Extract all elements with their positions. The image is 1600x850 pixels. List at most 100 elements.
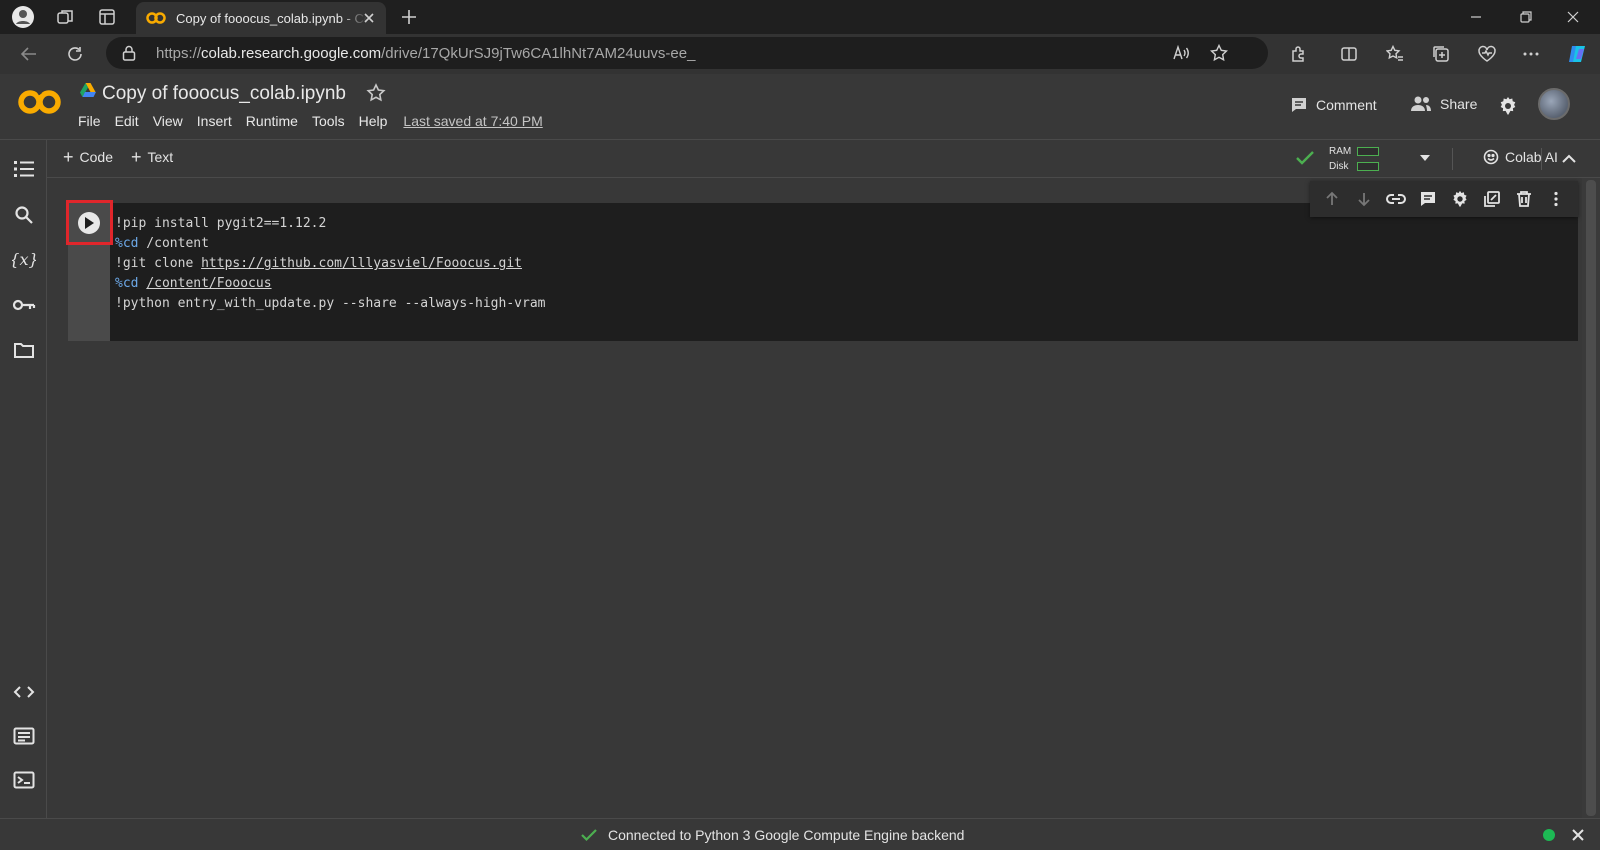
terminal-icon[interactable]	[12, 768, 36, 792]
browser-tab-active[interactable]: Copy of fooocus_colab.ipynb - Colab	[136, 2, 386, 34]
left-sidebar: {x}	[0, 140, 47, 818]
table-of-contents-icon[interactable]	[12, 157, 36, 181]
cell-settings-icon[interactable]	[1449, 188, 1471, 210]
link-to-cell-icon[interactable]	[1385, 188, 1407, 210]
ram-usage-bar	[1357, 147, 1379, 156]
back-icon[interactable]	[16, 42, 42, 66]
command-palette-icon[interactable]	[12, 724, 36, 748]
code-line: !pip install pygit2==1.12.2	[115, 216, 327, 231]
favorite-star-icon[interactable]	[1208, 43, 1230, 63]
move-cell-up-icon[interactable]	[1321, 188, 1343, 210]
scrollbar-thumb[interactable]	[1586, 180, 1596, 816]
tab-actions-icon[interactable]	[94, 5, 120, 29]
code-line: !git clone https://github.com/lllyasviel…	[115, 256, 522, 271]
new-tab-icon[interactable]	[398, 6, 420, 28]
workspaces-icon[interactable]	[52, 5, 78, 29]
menu-file[interactable]: File	[78, 113, 101, 129]
close-window-icon[interactable]	[1550, 4, 1596, 30]
profile-icon[interactable]	[10, 5, 36, 29]
lock-icon[interactable]	[122, 45, 136, 61]
colab-header: Copy of fooocus_colab.ipynb File Edit Vi…	[0, 74, 1600, 140]
split-screen-icon[interactable]	[1336, 42, 1362, 66]
collections-icon[interactable]	[1428, 42, 1454, 66]
menu-tools[interactable]: Tools	[312, 113, 345, 129]
cell-toolbar	[1310, 181, 1578, 217]
url-text: https://colab.research.google.com/drive/…	[156, 45, 696, 62]
share-people-icon	[1410, 96, 1432, 112]
resources-dropdown-icon[interactable]	[1419, 154, 1431, 162]
menu-help[interactable]: Help	[359, 113, 388, 129]
cell-more-options-icon[interactable]	[1545, 188, 1567, 210]
code-line: %cd /content/Fooocus	[115, 276, 272, 291]
plus-icon: +	[63, 147, 74, 167]
delete-cell-icon[interactable]	[1513, 188, 1535, 210]
colab-ai-label: Colab AI	[1505, 149, 1558, 165]
disk-label: Disk	[1329, 161, 1349, 172]
code-line: %cd /content	[115, 236, 209, 251]
menu-insert[interactable]: Insert	[197, 113, 232, 129]
menu-view[interactable]: View	[153, 113, 183, 129]
notebook-scrollbar[interactable]	[1582, 178, 1600, 818]
star-notebook-icon[interactable]	[366, 83, 386, 103]
code-cell[interactable]: !pip install pygit2==1.12.2 %cd /content!…	[68, 203, 1578, 341]
code-link[interactable]: https://github.com/lllyasviel/Fooocus.gi…	[201, 256, 522, 271]
toolbar-divider	[1452, 148, 1453, 170]
close-status-icon[interactable]	[1570, 827, 1586, 843]
browser-tab-strip: Copy of fooocus_colab.ipynb - Colab	[0, 0, 1600, 34]
read-aloud-icon[interactable]	[1170, 43, 1192, 63]
add-comment-icon[interactable]	[1417, 188, 1439, 210]
cell-code-editor[interactable]: !pip install pygit2==1.12.2 %cd /content!…	[115, 214, 545, 314]
mirror-cell-in-tab-icon[interactable]	[1481, 188, 1503, 210]
more-options-icon[interactable]	[1518, 42, 1544, 66]
share-button[interactable]: Share	[1410, 96, 1477, 112]
copilot-icon[interactable]	[1564, 42, 1590, 66]
last-saved-link[interactable]: Last saved at 7:40 PM	[403, 113, 542, 129]
colab-ai-button[interactable]: Colab AI	[1483, 149, 1558, 165]
browser-essentials-icon[interactable]	[1474, 42, 1500, 66]
move-cell-down-icon[interactable]	[1353, 188, 1375, 210]
settings-gear-icon[interactable]	[1498, 96, 1518, 116]
ram-label: RAM	[1329, 146, 1352, 157]
user-avatar[interactable]	[1538, 88, 1570, 120]
code-link[interactable]: /content/Fooocus	[146, 276, 271, 291]
favorites-icon[interactable]	[1382, 42, 1408, 66]
restore-icon[interactable]	[1503, 4, 1549, 30]
connection-status: Connected to Python 3 Google Compute Eng…	[580, 827, 964, 843]
disk-usage-bar	[1357, 162, 1379, 171]
comment-icon	[1290, 96, 1308, 114]
browser-nav-bar: https://colab.research.google.com/drive/…	[0, 34, 1600, 74]
colab-ai-icon	[1483, 149, 1499, 165]
toolbar-divider	[1541, 148, 1542, 170]
add-text-cell-button[interactable]: + Text	[131, 147, 174, 167]
runtime-resources-indicator[interactable]: RAM Disk	[1295, 144, 1445, 174]
extensions-icon[interactable]	[1286, 42, 1312, 66]
code-line: !python entry_with_update.py --share --a…	[115, 296, 546, 311]
search-icon[interactable]	[12, 203, 36, 227]
secrets-key-icon[interactable]	[12, 293, 36, 317]
files-folder-icon[interactable]	[12, 338, 36, 362]
share-label: Share	[1440, 96, 1478, 112]
collapse-header-icon[interactable]	[1561, 151, 1577, 167]
comment-button[interactable]: Comment	[1290, 96, 1377, 114]
status-bar: Connected to Python 3 Google Compute Eng…	[0, 818, 1600, 850]
google-drive-icon[interactable]	[80, 83, 96, 97]
add-text-label: Text	[147, 149, 174, 165]
tab-title: Copy of fooocus_colab.ipynb - Colab	[176, 10, 368, 26]
connected-check-icon	[580, 828, 598, 842]
notebook-title[interactable]: Copy of fooocus_colab.ipynb	[102, 83, 346, 105]
run-button-highlight-box	[66, 200, 113, 245]
plus-icon: +	[131, 147, 142, 167]
address-bar[interactable]: https://colab.research.google.com/drive/…	[106, 37, 1268, 69]
code-snippets-icon[interactable]	[12, 680, 36, 704]
runtime-status-dot[interactable]	[1543, 829, 1555, 841]
variables-icon[interactable]: {x}	[12, 248, 36, 272]
menu-edit[interactable]: Edit	[115, 113, 139, 129]
comment-label: Comment	[1316, 97, 1377, 113]
reload-icon[interactable]	[62, 42, 88, 66]
menu-runtime[interactable]: Runtime	[246, 113, 298, 129]
minimize-icon[interactable]	[1453, 4, 1499, 30]
add-code-cell-button[interactable]: + Code	[63, 147, 113, 167]
colab-logo-icon[interactable]	[18, 88, 62, 116]
notebook-toolbar: + Code + Text RAM Disk Colab AI	[47, 140, 1600, 178]
tab-close-icon[interactable]	[362, 11, 376, 25]
